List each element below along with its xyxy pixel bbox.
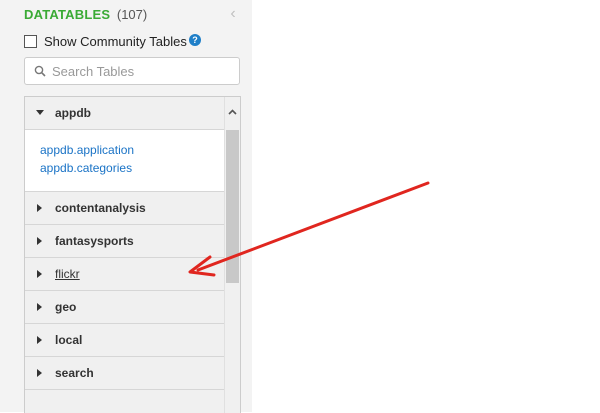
database-item-local[interactable]: local — [25, 324, 240, 357]
table-link-appdb-categories[interactable]: appdb.categories — [40, 159, 240, 177]
database-name: contentanalysis — [55, 201, 146, 215]
help-icon[interactable]: ? — [189, 34, 201, 46]
search-tables-input[interactable] — [52, 63, 222, 79]
show-community-tables-label[interactable]: Show Community Tables — [44, 34, 187, 49]
table-link-appdb-application[interactable]: appdb.application — [40, 141, 240, 159]
chevron-up-icon[interactable] — [225, 105, 240, 119]
show-community-tables-row: Show Community Tables — [24, 33, 187, 49]
database-list: appdb appdb.application appdb.categories… — [24, 96, 241, 413]
database-item-search[interactable]: search — [25, 357, 240, 390]
table-count: (107) — [116, 7, 148, 22]
database-item-contentanalysis[interactable]: contentanalysis — [25, 192, 240, 225]
search-tables-box[interactable] — [24, 57, 240, 85]
database-item-fantasysports[interactable]: fantasysports — [25, 225, 240, 258]
caret-right-icon — [25, 237, 55, 245]
datatables-sidebar: DATATABLES (107) ‹ Show Community Tables… — [0, 0, 252, 413]
scrollbar-thumb[interactable] — [226, 130, 239, 283]
database-name: appdb — [55, 106, 91, 120]
sidebar-header: DATATABLES (107) — [24, 7, 147, 25]
database-name: flickr — [55, 267, 80, 281]
database-item-appdb[interactable]: appdb — [25, 97, 240, 130]
sidebar-title: DATATABLES — [24, 7, 111, 22]
caret-right-icon — [25, 303, 55, 311]
database-name: local — [55, 333, 83, 347]
appdb-table-list: appdb.application appdb.categories — [25, 130, 240, 192]
database-name: fantasysports — [55, 234, 134, 248]
search-icon — [34, 65, 46, 77]
caret-down-icon — [25, 110, 55, 116]
database-item-geo[interactable]: geo — [25, 291, 240, 324]
show-community-tables-checkbox[interactable] — [24, 34, 37, 48]
caret-right-icon — [25, 270, 55, 278]
database-name: search — [55, 366, 94, 380]
database-item-flickr[interactable]: flickr — [25, 258, 240, 291]
caret-right-icon — [25, 204, 55, 212]
caret-right-icon — [25, 369, 55, 377]
caret-right-icon — [25, 336, 55, 344]
chevron-left-icon[interactable]: ‹ — [226, 5, 240, 23]
database-name: geo — [55, 300, 77, 314]
database-item-partial[interactable] — [25, 390, 240, 413]
